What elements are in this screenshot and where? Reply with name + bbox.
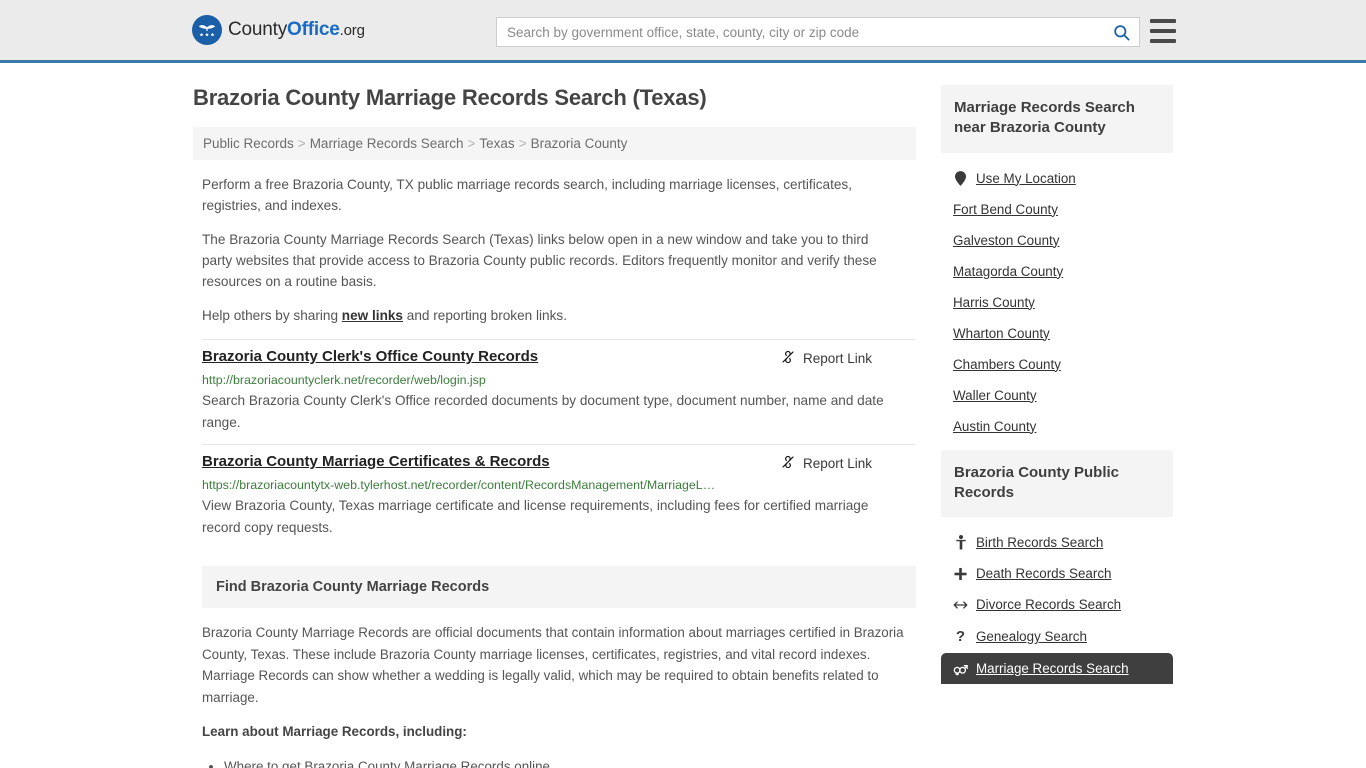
- main-content: Brazoria County Marriage Records Search …: [193, 85, 916, 768]
- sidebar-item-label: Galveston County: [953, 232, 1060, 248]
- share-suffix: and reporting broken links.: [403, 308, 567, 324]
- result-header: Brazoria County Marriage Certificates & …: [202, 453, 916, 473]
- breadcrumb-item-texas[interactable]: Texas: [479, 136, 514, 151]
- share-prefix: Help others by sharing: [202, 308, 342, 324]
- sidebar-item-marriage-records-search[interactable]: Marriage Records Search: [941, 653, 1173, 684]
- sidebar-item-use-my-location[interactable]: Use My Location: [941, 163, 1173, 194]
- learn-about-heading: Learn about Marriage Records, including:: [202, 724, 467, 740]
- sidebar-item-wharton-county[interactable]: Wharton County: [941, 318, 1173, 349]
- sidebar-item-harris-county[interactable]: Harris County: [941, 287, 1173, 318]
- breadcrumb: Public Records > Marriage Records Search > T…: [193, 127, 916, 160]
- breadcrumb-item-public-records[interactable]: Public Records: [203, 136, 294, 151]
- sidebar-item-death-records-search[interactable]: Death Records Search: [941, 558, 1173, 589]
- sidebar-item-fort-bend-county[interactable]: Fort Bend County: [941, 194, 1173, 225]
- page-title: Brazoria County Marriage Records Search …: [193, 85, 707, 110]
- sidebar-item-divorce-records-search[interactable]: Divorce Records Search: [941, 589, 1173, 620]
- find-records-paragraph: Brazoria County Marriage Records are off…: [202, 625, 904, 705]
- sidebar-public-records-heading: Brazoria County Public Records: [941, 449, 1173, 517]
- search-area: [496, 17, 1176, 47]
- result-item: Brazoria County Marriage Certificates & …: [202, 443, 916, 549]
- logo-text-office: Office: [287, 19, 340, 40]
- sidebar-item-genealogy-search[interactable]: ? Genealogy Search: [941, 620, 1173, 653]
- sidebar-item-label: Chambers County: [953, 356, 1061, 372]
- breadcrumb-item-brazoria-county[interactable]: Brazoria County: [531, 136, 628, 151]
- page-body: Brazoria County Marriage Records Search …: [0, 63, 1366, 768]
- sidebar-item-label: Marriage Records Search: [976, 661, 1129, 676]
- breadcrumb-item-marriage-records-search[interactable]: Marriage Records Search: [310, 136, 464, 151]
- intro-paragraph-2: The Brazoria County Marriage Records Sea…: [202, 232, 877, 290]
- sidebar-public-records-list: Birth Records Search Death Records Searc…: [941, 517, 1173, 684]
- sidebar: Marriage Records Search near Brazoria Co…: [941, 85, 1173, 692]
- report-link-label: Report Link: [802, 351, 872, 367]
- logo-text-org: .org: [339, 22, 365, 39]
- new-links-link[interactable]: new links: [342, 308, 403, 323]
- sidebar-item-label: Death Records Search: [976, 566, 1112, 581]
- broken-link-icon: [780, 349, 796, 368]
- double-arrow-icon: [953, 599, 968, 611]
- broken-link-icon: [780, 454, 796, 473]
- result-title-link[interactable]: Brazoria County Clerk's Office County Re…: [202, 348, 538, 365]
- breadcrumb-separator: >: [297, 136, 306, 151]
- find-records-heading: Find Brazoria County Marriage Records: [202, 566, 916, 609]
- sidebar-nearby-list: Use My Location Fort Bend County Galvest…: [941, 153, 1173, 442]
- site-header: CountyOffice.org: [0, 0, 1366, 63]
- sidebar-item-galveston-county[interactable]: Galveston County: [941, 225, 1173, 256]
- learn-about-list: Where to get Brazoria County Marriage Re…: [224, 756, 916, 768]
- report-link-label: Report Link: [802, 455, 872, 471]
- sidebar-item-matagorda-county[interactable]: Matagorda County: [941, 256, 1173, 287]
- result-url: https://brazoriacountytx-web.tylerhost.n…: [202, 477, 716, 492]
- search-box[interactable]: [496, 17, 1140, 47]
- sidebar-item-label: Austin County: [953, 418, 1037, 434]
- report-link-button[interactable]: Report Link: [780, 453, 872, 473]
- sidebar-item-label: Wharton County: [953, 325, 1050, 341]
- sidebar-item-label: Birth Records Search: [976, 535, 1104, 550]
- result-description: View Brazoria County, Texas marriage cer…: [202, 497, 869, 535]
- share-links-paragraph: Help others by sharing new links and rep…: [202, 305, 902, 326]
- sidebar-nearby-heading: Marriage Records Search near Brazoria Co…: [941, 85, 1173, 153]
- sidebar-item-label: Genealogy Search: [976, 629, 1087, 644]
- hamburger-bar: [1150, 39, 1176, 43]
- eagle-shield-logo-icon: [192, 15, 222, 45]
- sidebar-public-records-box: Brazoria County Public Records Birth Rec…: [941, 449, 1173, 684]
- sidebar-nearby-box: Marriage Records Search near Brazoria Co…: [941, 85, 1173, 442]
- find-records-body: Brazoria County Marriage Records are off…: [202, 608, 916, 768]
- question-mark-icon: ?: [955, 628, 966, 645]
- result-header: Brazoria County Clerk's Office County Re…: [202, 348, 916, 368]
- sidebar-item-chambers-county[interactable]: Chambers County: [941, 349, 1173, 380]
- baby-icon: [953, 535, 968, 550]
- hamburger-menu-icon[interactable]: [1150, 19, 1176, 43]
- sidebar-item-label: Harris County: [953, 294, 1035, 310]
- sidebar-item-label: Waller County: [953, 387, 1037, 403]
- logo-text-county: County: [228, 19, 288, 40]
- breadcrumb-separator: >: [467, 136, 476, 151]
- sidebar-item-label: Fort Bend County: [953, 201, 1058, 217]
- intro-paragraph-1: Perform a free Brazoria County, TX publi…: [202, 177, 852, 214]
- sidebar-item-label: Matagorda County: [953, 263, 1064, 279]
- hamburger-bar: [1150, 19, 1176, 23]
- sidebar-item-label: Use My Location: [976, 170, 1076, 186]
- result-url: http://brazoriacountyclerk.net/recorder/…: [202, 373, 486, 388]
- sidebar-item-birth-records-search[interactable]: Birth Records Search: [941, 527, 1173, 558]
- sidebar-item-austin-county[interactable]: Austin County: [941, 411, 1173, 442]
- breadcrumb-separator: >: [518, 136, 527, 151]
- hamburger-bar: [1150, 29, 1176, 33]
- result-description: Search Brazoria County Clerk's Office re…: [202, 393, 884, 431]
- sidebar-item-waller-county[interactable]: Waller County: [941, 380, 1173, 411]
- search-input[interactable]: [507, 24, 1112, 40]
- logo-wordmark: CountyOffice.org: [228, 19, 365, 41]
- site-logo[interactable]: CountyOffice.org: [192, 15, 365, 45]
- report-link-button[interactable]: Report Link: [780, 348, 872, 368]
- list-item: Where to get Brazoria County Marriage Re…: [224, 756, 916, 768]
- sidebar-item-label: Divorce Records Search: [976, 597, 1122, 612]
- result-item: Brazoria County Clerk's Office County Re…: [202, 339, 916, 444]
- cross-icon: [953, 567, 968, 581]
- gender-symbols-icon: [953, 662, 968, 676]
- search-icon[interactable]: [1112, 23, 1131, 42]
- map-pin-icon: [953, 170, 968, 186]
- result-title-link[interactable]: Brazoria County Marriage Certificates & …: [202, 453, 550, 470]
